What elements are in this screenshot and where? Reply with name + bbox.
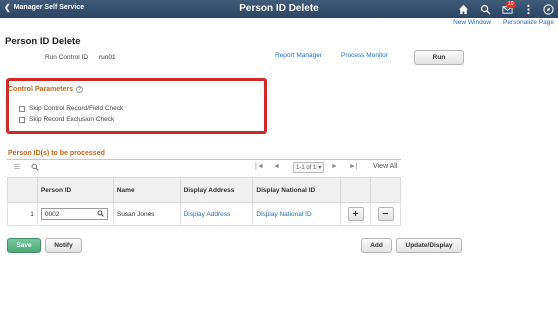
top-banner: ❮ Manager Self Service Person ID Delete … [0,0,558,18]
personalize-page-link[interactable]: Personalize Page [503,19,554,26]
column-header-display-address[interactable]: Display Address [179,177,254,203]
display-address-link[interactable]: Display Address [179,202,254,226]
report-manager-link[interactable]: Report Manager [275,52,322,59]
actions-menu-icon[interactable] [521,2,535,16]
column-header-delete [370,177,401,203]
last-page-icon[interactable]: ►| [349,163,358,170]
person-id-grid: Person ID Name Display Address Display N… [7,177,401,226]
add-button[interactable]: Add [361,238,392,253]
name-cell: Susan Jones [112,202,181,226]
lookup-search-icon[interactable] [97,209,104,219]
person-id-cell: 0002 [36,202,114,226]
run-button[interactable]: Run [414,50,464,65]
skip-record-exclusion-label: Skip Record Exclusion Check [29,116,115,123]
view-all-link[interactable]: View All [373,163,397,170]
add-row-button[interactable]: + [347,207,364,221]
run-control-label: Run Control ID [45,54,88,61]
column-header-add [340,177,371,203]
skip-control-record-checkbox[interactable] [19,105,25,112]
column-header-person-id[interactable]: Person ID [36,177,114,203]
row-range-select[interactable]: 1-1 of 1 ▾ [293,162,325,173]
notify-button[interactable]: Notify [45,238,82,253]
find-icon[interactable] [31,163,39,173]
back-button[interactable]: ❮ Manager Self Service [4,3,84,12]
new-window-link[interactable]: New Window [453,19,491,26]
back-label: Manager Self Service [13,4,85,11]
process-monitor-link[interactable]: Process Monitor [341,52,388,59]
chevron-down-icon: ▾ [318,165,322,171]
row-range-value: 1-1 of 1 [296,164,317,171]
home-icon[interactable] [456,2,470,16]
first-page-icon[interactable]: |◄ [255,163,264,170]
column-header-display-national-id[interactable]: Display National ID [252,177,342,203]
display-national-id-link[interactable]: Display National ID [252,202,342,226]
grid-title: Person ID(s) to be processed [8,150,105,157]
delete-row-cell: − [370,202,401,226]
skip-control-record-label: Skip Control Record/Field Check [29,105,124,112]
page-title: Person ID Delete [5,36,81,47]
search-icon[interactable] [478,2,492,16]
help-icon[interactable]: ? [75,86,83,93]
person-id-value: 0002 [44,210,60,218]
previous-page-icon[interactable]: ◄ [273,163,280,170]
chevron-left-icon: ❮ [4,3,11,12]
control-parameters-title: Control Parameters ? [8,86,83,93]
grid-toolbar: ☰ |◄ ◄ 1-1 of 1 ▾ ► ►| View All [7,160,401,176]
person-id-input[interactable]: 0002 [40,208,108,220]
update-display-button[interactable]: Update/Display [396,238,462,253]
column-header-row-number [7,177,38,203]
next-page-icon[interactable]: ► [331,163,338,170]
page-links: New Window Personalize Page [453,19,554,26]
add-row-cell: + [340,202,371,226]
row-number: 1 [7,202,38,226]
notifications-badge: 10 [506,1,516,8]
delete-row-button[interactable]: − [377,207,394,221]
navbar-icon[interactable] [541,2,555,16]
grid-header-row: Person ID Name Display Address Display N… [7,177,401,203]
table-row: 1 0002 Susan Jones Display Address Displ… [7,202,401,226]
save-button[interactable]: Save [7,238,41,253]
skip-record-exclusion-option[interactable]: Skip Record Exclusion Check [19,116,114,123]
skip-control-record-option[interactable]: Skip Control Record/Field Check [19,105,123,112]
skip-record-exclusion-checkbox[interactable] [19,116,25,123]
personalize-grid-icon[interactable]: ☰ [14,163,20,171]
notifications-icon[interactable]: 10 [500,1,516,16]
column-header-name[interactable]: Name [112,177,181,203]
control-parameters-label: Control Parameters [8,86,73,93]
run-control-value: run01 [99,54,116,61]
